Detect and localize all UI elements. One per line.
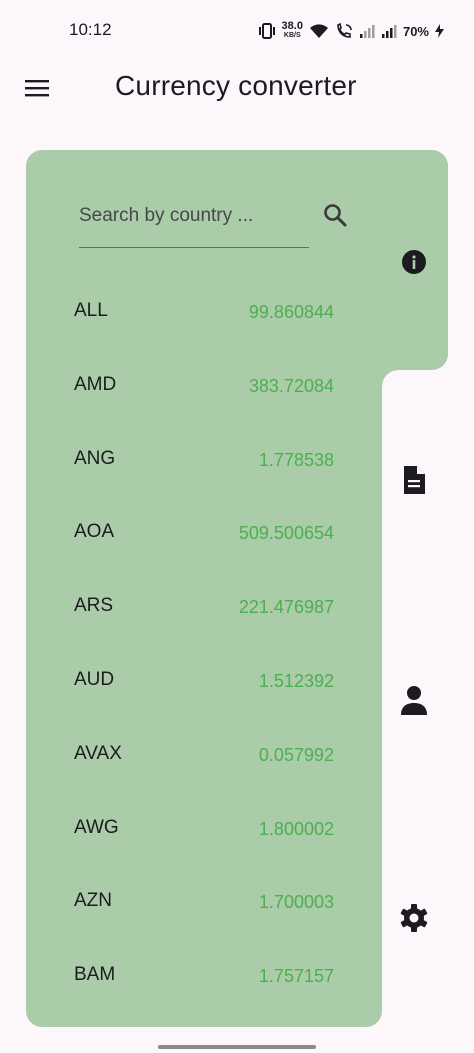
list-item[interactable]: AVAX 0.057992 xyxy=(26,718,382,792)
currency-code: AMD xyxy=(74,373,117,395)
currency-rate: 99.860844 xyxy=(248,302,334,322)
currency-code: AOA xyxy=(74,521,115,543)
currency-rate: 383.72084 xyxy=(248,375,334,396)
list-item[interactable]: AMD 383.72084 xyxy=(26,349,382,423)
currency-rate: 1.700003 xyxy=(258,892,334,913)
currency-list: ALL 99.860844 AMD 383.72084 ANG 1.778538… xyxy=(26,275,382,1013)
currency-code: ARS xyxy=(74,595,114,617)
page-title: Currency converter xyxy=(115,70,357,101)
charging-icon xyxy=(435,24,444,38)
search-input[interactable] xyxy=(79,202,309,230)
document-icon xyxy=(404,466,425,494)
list-item[interactable]: AWG 1.800002 xyxy=(26,792,382,866)
list-item[interactable]: AZN 1.700003 xyxy=(26,865,382,939)
list-item[interactable]: AUD 1.512392 xyxy=(26,644,382,718)
nav-info-button[interactable] xyxy=(396,244,432,280)
currency-code: ANG xyxy=(74,447,116,469)
currency-rate: 0.057992 xyxy=(258,744,334,765)
list-item[interactable]: ANG 1.778538 xyxy=(26,423,382,497)
settings-icon xyxy=(400,904,428,932)
hamburger-menu-icon xyxy=(25,80,49,97)
search-field[interactable] xyxy=(79,190,309,248)
currency-code: ALL xyxy=(74,300,108,321)
panel-corner xyxy=(382,370,398,386)
call-wifi-icon xyxy=(337,23,352,38)
app-bar: Currency converter xyxy=(0,60,474,116)
currency-rate: 1.800002 xyxy=(258,818,334,839)
person-icon xyxy=(401,686,427,715)
list-item[interactable]: ARS 221.476987 xyxy=(26,570,382,644)
net-speed-value: 38.0 xyxy=(281,20,303,32)
home-indicator[interactable] xyxy=(158,1045,316,1049)
nav-settings-button[interactable] xyxy=(396,900,432,936)
signal-strong-icon xyxy=(381,25,397,38)
currency-rate: 509.500654 xyxy=(238,523,334,544)
net-speed: 38.0 KB/S xyxy=(282,21,303,41)
battery-level: 70% xyxy=(402,23,429,39)
vibrate-icon xyxy=(258,23,275,39)
signal-weak-icon xyxy=(359,25,375,38)
currency-rate: 221.476987 xyxy=(238,597,334,618)
currency-code: BAM xyxy=(74,964,116,986)
currency-code: AWG xyxy=(74,816,119,838)
nav-profile-button[interactable] xyxy=(396,682,432,718)
status-bar: 10:12 38.0 KB/S 70% xyxy=(0,0,474,60)
list-item[interactable]: AOA 509.500654 xyxy=(26,496,382,570)
currency-rate: 1.778538 xyxy=(258,449,334,470)
search-button[interactable] xyxy=(321,201,349,229)
info-icon xyxy=(402,250,426,274)
currency-code: AVAX xyxy=(74,742,122,764)
search-icon xyxy=(324,204,347,227)
currency-code: AZN xyxy=(74,890,112,912)
net-speed-unit: KB/S xyxy=(283,32,301,39)
nav-document-button[interactable] xyxy=(396,462,432,498)
status-icons: 38.0 KB/S 70% xyxy=(258,18,444,44)
status-time: 10:12 xyxy=(69,20,112,39)
currency-code: AUD xyxy=(74,668,115,690)
currency-rate: 1.757157 xyxy=(258,966,334,987)
list-item[interactable]: ALL 99.860844 xyxy=(26,275,382,349)
currency-rate: 1.512392 xyxy=(258,670,334,691)
wifi-icon xyxy=(309,24,328,38)
menu-button[interactable] xyxy=(22,75,52,101)
list-item[interactable]: BAM 1.757157 xyxy=(26,939,382,1013)
